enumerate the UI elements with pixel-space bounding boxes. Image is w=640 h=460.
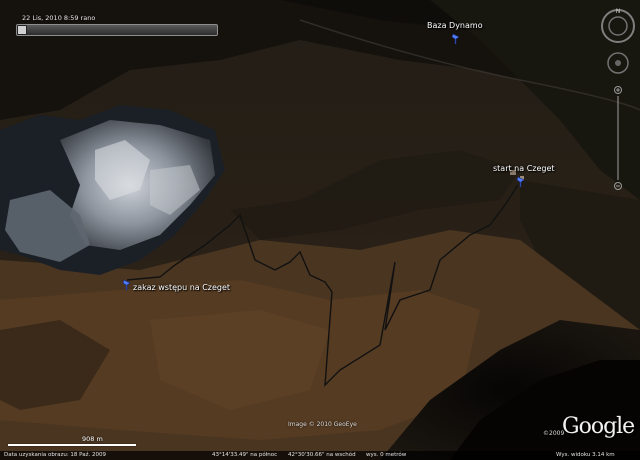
scale-bar: 908 m	[8, 434, 138, 446]
baza-dynamo-label: Baza Dynamo	[427, 21, 483, 30]
imagery-date: Data uzyskania obrazu: 18 Paź. 2009	[4, 452, 106, 458]
zoom-slider-icon[interactable]	[614, 86, 622, 190]
eye-altitude-readout: Wys. widoku 3.14 km	[556, 452, 615, 458]
svg-text:N: N	[616, 8, 621, 15]
start-pushpin-icon[interactable]	[516, 173, 526, 188]
baza-dynamo-pushpin-icon[interactable]	[451, 30, 461, 45]
time-track[interactable]	[16, 24, 218, 36]
status-bar: Data uzyskania obrazu: 18 Paź. 2009 43°1…	[0, 451, 640, 460]
move-joystick-icon[interactable]	[607, 52, 629, 74]
map-viewport[interactable]: Baza Dynamo start na Czeget zakaz wstępu…	[0, 0, 640, 460]
zakaz-label: zakaz wstępu na Czeget	[133, 283, 231, 292]
scale-label: 908 m	[82, 435, 103, 443]
google-logo: Google	[562, 414, 635, 439]
imagery-copyright: Image © 2010 GeoEye	[288, 421, 357, 428]
scale-line	[8, 444, 136, 446]
compass-icon[interactable]: N	[601, 8, 635, 43]
elevation-readout: wys. 0 metrów	[366, 452, 407, 458]
time-date-label: 22 Lis, 2010 8:59 rano	[22, 14, 96, 22]
zakaz-pushpin-icon[interactable]	[122, 276, 132, 291]
longitude-readout: 42°30'30.66" na wschód	[288, 452, 356, 458]
start-label: start na Czeget	[493, 164, 555, 173]
navigation-controls[interactable]: N	[596, 0, 640, 200]
time-slider[interactable]: 22 Lis, 2010 8:59 rano	[8, 12, 223, 36]
satellite-terrain[interactable]	[0, 0, 640, 460]
latitude-readout: 43°14'33.49" na północ	[212, 452, 278, 458]
time-slider-icon[interactable]	[17, 25, 27, 35]
